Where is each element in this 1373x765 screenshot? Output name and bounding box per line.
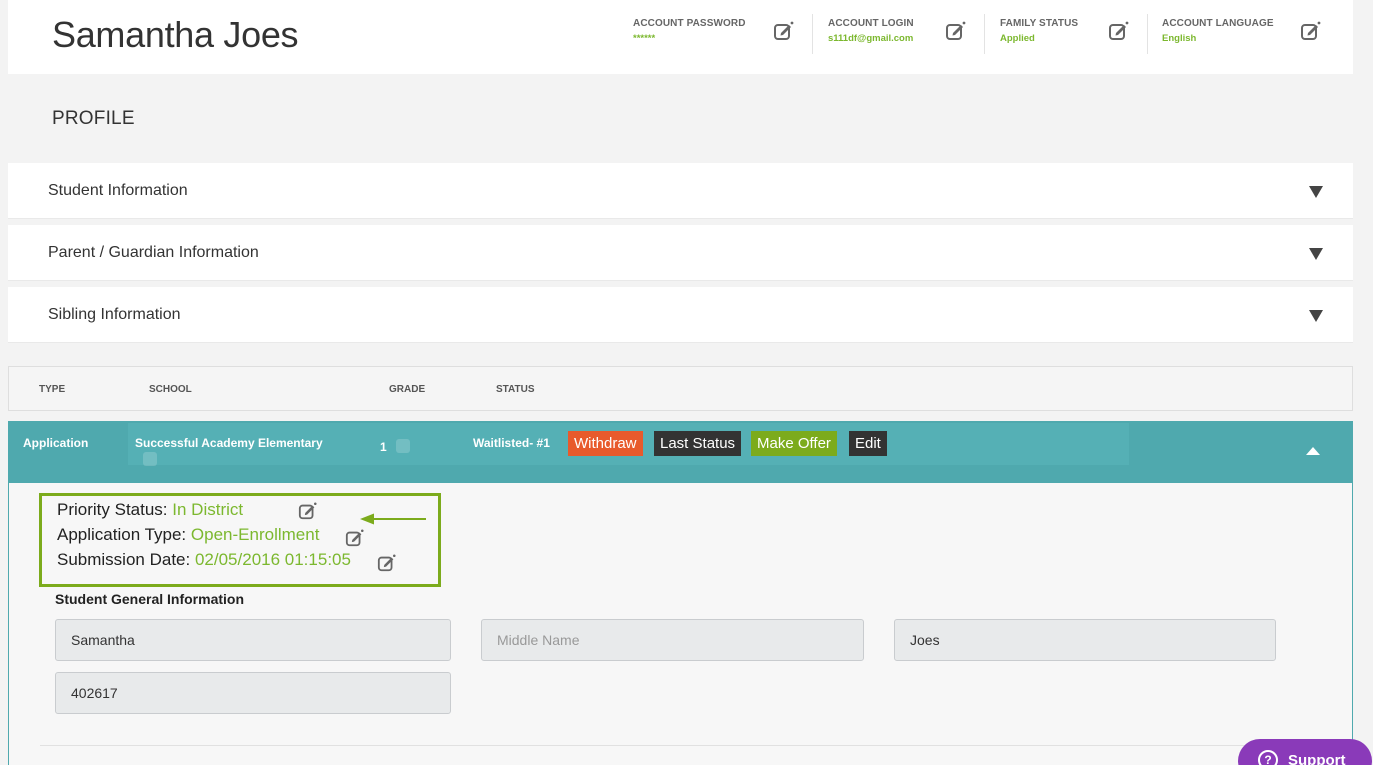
header-divider <box>812 14 813 54</box>
edit-button[interactable]: Edit <box>849 431 887 456</box>
student-general-info-title: Student General Information <box>55 591 245 607</box>
application-row[interactable]: Application Successful Academy Elementar… <box>8 421 1353 483</box>
edit-priority-icon[interactable] <box>298 501 318 521</box>
application-grade: 1 <box>380 440 387 454</box>
section-divider <box>40 745 1354 746</box>
family-status-value: Applied <box>1000 33 1035 44</box>
account-login: ACCOUNT LOGIN s111df@gmail.com <box>828 18 914 58</box>
withdraw-button[interactable]: Withdraw <box>568 431 643 456</box>
last-name-field[interactable] <box>894 619 1276 661</box>
application-school: Successful Academy Elementary <box>135 436 323 450</box>
support-button[interactable]: ? Support <box>1238 739 1372 765</box>
application-type: Application <box>23 436 89 450</box>
school-edit-icon[interactable] <box>143 452 157 466</box>
family-status-label: FAMILY STATUS <box>1000 18 1079 29</box>
first-name-field[interactable] <box>55 619 451 661</box>
user-name: Samantha Joes <box>52 14 299 55</box>
priority-status-label: Priority Status: <box>57 500 168 519</box>
application-type-info: Application Type: Open-Enrollment <box>57 525 319 545</box>
middle-name-field[interactable] <box>481 619 864 661</box>
account-language: ACCOUNT LANGUAGE English <box>1162 18 1274 58</box>
column-header-type: TYPE <box>39 384 66 395</box>
student-id-field[interactable] <box>55 672 451 714</box>
grade-edit-icon[interactable] <box>396 439 410 453</box>
account-password: ACCOUNT PASSWORD ****** <box>633 18 746 58</box>
accordion-student-information[interactable]: Student Information <box>8 163 1353 219</box>
accordion-parent-guardian-information[interactable]: Parent / Guardian Information <box>8 225 1353 281</box>
submission-date-value: 02/05/2016 01:15:05 <box>194 550 351 569</box>
accordion-label: Student Information <box>48 182 188 199</box>
edit-submission-date-icon[interactable] <box>377 553 397 573</box>
header-divider <box>984 14 985 54</box>
priority-status: Priority Status: In District <box>57 500 243 520</box>
caret-down-icon[interactable] <box>1309 248 1323 260</box>
highlight-box: Priority Status: In District Application… <box>39 493 441 587</box>
applications-table-header: TYPE SCHOOL GRADE STATUS <box>8 366 1353 411</box>
edit-login-icon[interactable] <box>945 20 967 42</box>
application-type-label: Application Type: <box>57 525 187 544</box>
edit-family-status-icon[interactable] <box>1108 20 1130 42</box>
caret-down-icon[interactable] <box>1309 186 1323 198</box>
edit-language-icon[interactable] <box>1300 20 1322 42</box>
edit-password-icon[interactable] <box>773 20 795 42</box>
caret-up-icon[interactable] <box>1306 447 1320 455</box>
column-header-status: STATUS <box>496 384 535 395</box>
arrow-left-icon <box>360 513 426 525</box>
last-status-button[interactable]: Last Status <box>654 431 742 456</box>
application-type-value: Open-Enrollment <box>190 525 320 544</box>
account-login-value: s111df@gmail.com <box>828 33 914 44</box>
family-status: FAMILY STATUS Applied <box>1000 18 1078 58</box>
profile-title: PROFILE <box>52 108 135 129</box>
column-header-school: SCHOOL <box>149 384 192 395</box>
edit-application-type-icon[interactable] <box>345 528 365 548</box>
application-status: Waitlisted- #1 <box>473 436 550 450</box>
priority-status-value: In District <box>172 500 244 519</box>
account-language-label: ACCOUNT LANGUAGE <box>1162 18 1274 29</box>
accordion-label: Parent / Guardian Information <box>48 244 259 261</box>
account-password-value: ****** <box>633 33 656 44</box>
accordion-label: Sibling Information <box>48 306 181 323</box>
submission-date: Submission Date: 02/05/2016 01:15:05 <box>57 550 351 570</box>
make-offer-button[interactable]: Make Offer <box>751 431 837 456</box>
submission-date-label: Submission Date: <box>57 550 191 569</box>
profile-header: Samantha Joes ACCOUNT PASSWORD ****** AC… <box>8 0 1353 74</box>
caret-down-icon[interactable] <box>1309 310 1323 322</box>
account-login-label: ACCOUNT LOGIN <box>828 18 914 29</box>
help-icon: ? <box>1258 750 1278 765</box>
accordion-sibling-information[interactable]: Sibling Information <box>8 287 1353 343</box>
account-language-value: English <box>1162 33 1197 44</box>
support-label: Support <box>1288 752 1346 765</box>
account-password-label: ACCOUNT PASSWORD <box>633 18 746 29</box>
header-divider <box>1147 14 1148 54</box>
column-header-grade: GRADE <box>389 384 426 395</box>
application-details: Priority Status: In District Application… <box>8 483 1354 765</box>
